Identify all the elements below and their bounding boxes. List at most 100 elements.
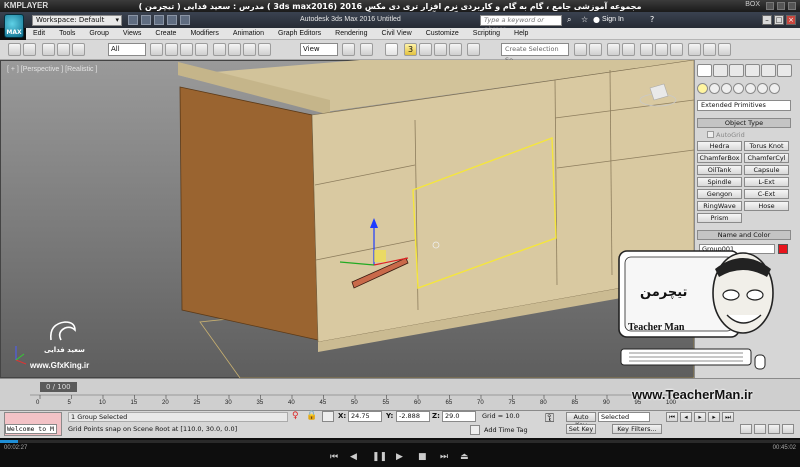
menu-group[interactable]: Group [82,30,115,37]
percent-snap-icon[interactable] [434,43,447,56]
capsule-button[interactable]: Capsule [744,165,789,175]
hose-button[interactable]: Hose [744,201,789,211]
select-by-name-icon[interactable] [165,43,178,56]
menu-create[interactable]: Create [148,30,183,37]
reference-coord-dropdown[interactable]: View [300,43,338,56]
select-link-icon[interactable] [42,43,55,56]
add-time-tag[interactable]: Add Time Tag [484,426,528,434]
spinner-snap-icon[interactable] [449,43,462,56]
spindle-button[interactable]: Spindle [697,177,742,187]
name-and-color-rollout[interactable]: Name and Color [697,230,791,240]
autogrid-checkbox[interactable] [707,131,714,138]
prism-button[interactable]: Prism [697,213,742,223]
close-icon[interactable]: × [786,15,796,25]
workspace-dropdown[interactable]: Workspace: Default ▾ [32,15,122,26]
application-button[interactable]: MAX [4,14,24,38]
ringwave-button[interactable]: RingWave [697,201,742,211]
set-key-button[interactable]: Set Key [566,424,596,434]
create-tab-icon[interactable] [697,64,712,77]
edit-named-selection-icon[interactable] [467,43,480,56]
communication-icon[interactable]: ☆ [581,15,591,25]
player-maximize-icon[interactable] [777,2,785,10]
key-selection-dropdown[interactable]: Selected [598,412,650,422]
undo-button-icon[interactable] [8,43,21,56]
menu-rendering[interactable]: Rendering [328,30,374,37]
systems-category-icon[interactable] [769,83,780,94]
player-close-icon[interactable] [788,2,796,10]
undo-icon[interactable] [167,15,177,25]
chamfercyl-button[interactable]: ChamferCyl [744,153,789,163]
isolate-selection-icon[interactable]: ♀ [292,411,303,422]
primitive-type-dropdown[interactable]: Extended Primitives [697,100,791,111]
menu-customize[interactable]: Customize [419,30,466,37]
align-icon[interactable] [589,43,602,56]
window-crossing-icon[interactable] [195,43,208,56]
selection-lock-icon[interactable]: 🔒 [306,411,317,422]
z-coord-field[interactable]: 29.0 [442,411,476,422]
selection-region-icon[interactable] [180,43,193,56]
time-tag-icon[interactable] [470,425,480,435]
previous-icon[interactable]: ⏮ [330,452,338,462]
helpers-category-icon[interactable] [745,83,756,94]
c-ext-button[interactable]: C-Ext [744,189,789,199]
play-icon[interactable]: ▶ [396,452,403,462]
cameras-category-icon[interactable] [733,83,744,94]
menu-tools[interactable]: Tools [52,30,82,37]
next-frame-icon[interactable]: ▸ [708,412,720,422]
select-scale-icon[interactable] [243,43,256,56]
menu-modifiers[interactable]: Modifiers [183,30,225,37]
rendered-frame-window-icon[interactable] [703,43,716,56]
torus-knot-button[interactable]: Torus Knot [744,141,789,151]
geometry-category-icon[interactable] [697,83,708,94]
x-coord-field[interactable]: 24.75 [348,411,382,422]
pan-view-icon[interactable] [768,424,780,434]
eject-icon[interactable]: ⏏ [460,452,469,462]
zoom-icon[interactable] [740,424,752,434]
curve-editor-icon[interactable] [640,43,653,56]
modify-tab-icon[interactable] [713,64,728,77]
display-tab-icon[interactable] [761,64,776,77]
play-animation-icon[interactable]: ▸ [694,412,706,422]
utilities-tab-icon[interactable] [777,64,792,77]
zoom-all-icon[interactable] [754,424,766,434]
keyboard-shortcut-override-icon[interactable] [385,43,398,56]
bind-space-warp-icon[interactable] [72,43,85,56]
schematic-view-icon[interactable] [655,43,668,56]
menu-edit[interactable]: Edit [26,30,52,37]
maxscript-mini-input[interactable]: Welcome to M [5,424,57,434]
pause-icon[interactable]: ❚❚ [372,452,387,462]
angle-snap-icon[interactable] [419,43,432,56]
layer-explorer-icon[interactable] [622,43,635,56]
open-file-icon[interactable] [141,15,151,25]
render-production-icon[interactable] [718,43,731,56]
snaps-toggle-icon[interactable]: 3 [404,43,417,56]
oiltank-button[interactable]: OilTank [697,165,742,175]
set-keys-icon[interactable]: ⚿ [545,411,563,431]
hedra-button[interactable]: Hedra [697,141,742,151]
time-slider[interactable]: 0 / 100 [40,382,77,392]
lights-category-icon[interactable] [721,83,732,94]
l-ext-button[interactable]: L-Ext [744,177,789,187]
key-filters-button[interactable]: Key Filters... [612,424,662,434]
chamferbox-button[interactable]: ChamferBox [697,153,742,163]
unlink-icon[interactable] [57,43,70,56]
menu-graph-editors[interactable]: Graph Editors [271,30,328,37]
sign-in-link[interactable]: Sign In [602,16,624,23]
save-file-icon[interactable] [154,15,164,25]
minimize-icon[interactable]: – [762,15,772,25]
auto-key-button[interactable]: Auto Key [566,412,596,429]
y-coord-field[interactable]: -2.888 [396,411,430,422]
select-move-icon[interactable] [213,43,226,56]
space-warps-category-icon[interactable] [757,83,768,94]
help-icon[interactable]: ? [650,15,660,25]
new-scene-icon[interactable] [128,15,138,25]
next-icon[interactable]: ⏭ [440,452,448,462]
material-editor-icon[interactable] [670,43,683,56]
redo-icon[interactable] [180,15,190,25]
pivot-center-icon[interactable] [342,43,355,56]
menu-views[interactable]: Views [116,30,149,37]
object-type-rollout[interactable]: Object Type [697,118,791,128]
shapes-category-icon[interactable] [709,83,720,94]
seek-bar[interactable] [0,440,800,443]
select-manipulate-icon[interactable] [360,43,373,56]
